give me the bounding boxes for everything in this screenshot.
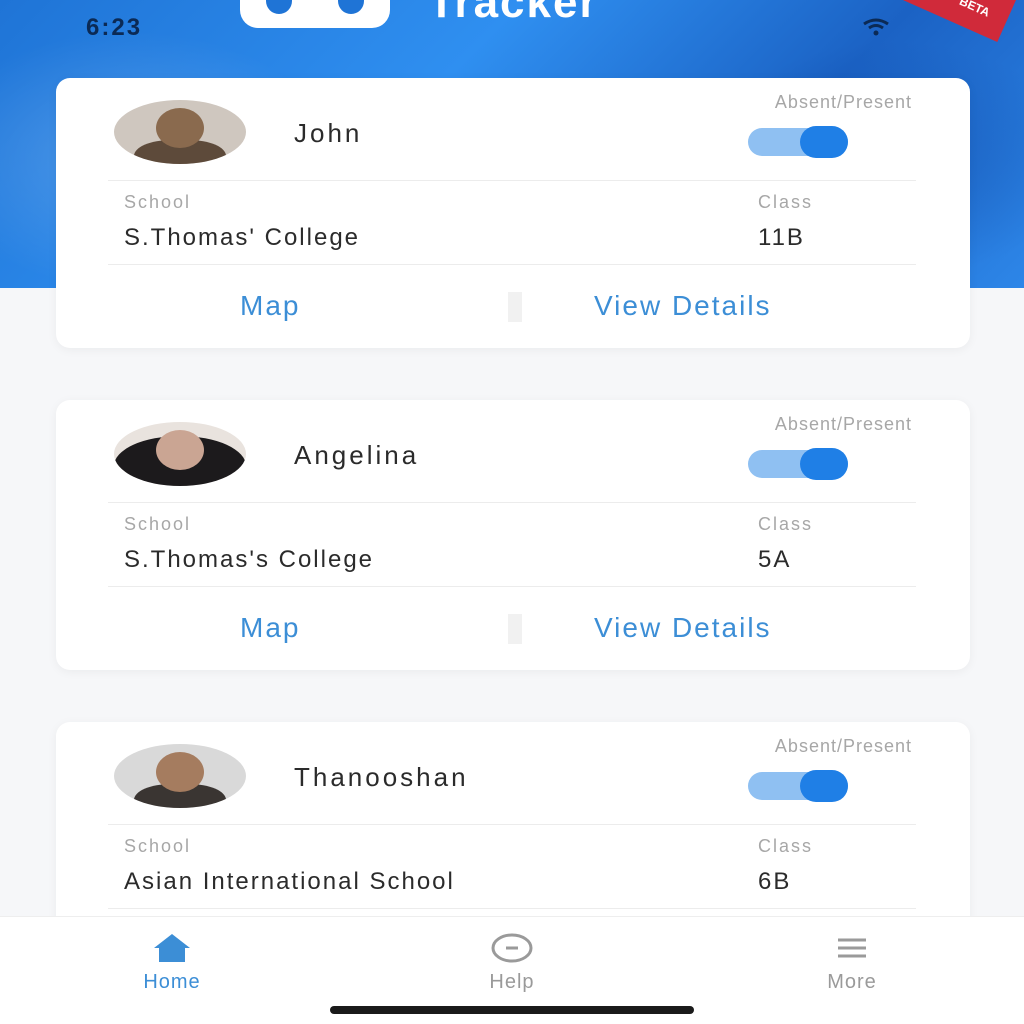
- logo-eye-left-icon: [266, 0, 292, 14]
- map-button[interactable]: Map: [240, 612, 300, 644]
- student-card: John Absent/Present School S.Thomas' Col…: [56, 78, 970, 348]
- school-value: S.Thomas's College: [124, 546, 375, 573]
- logo-eye-right-icon: [338, 0, 364, 14]
- school-label: School: [124, 514, 192, 534]
- divider: [108, 502, 916, 503]
- avatar: [114, 422, 246, 486]
- avatar: [114, 744, 246, 808]
- class-value: 11B: [758, 224, 805, 251]
- class-value: 6B: [758, 868, 792, 895]
- nav-home[interactable]: Home: [102, 929, 242, 999]
- home-icon: [154, 934, 190, 962]
- student-name: Thanooshan: [294, 762, 469, 792]
- nav-home-label: Home: [143, 971, 201, 993]
- button-separator: [508, 614, 522, 644]
- avatar: [114, 100, 246, 164]
- attendance-toggle[interactable]: [748, 448, 848, 480]
- student-name: John: [294, 118, 363, 148]
- school-label: School: [124, 836, 192, 856]
- school-value: S.Thomas' College: [124, 224, 361, 251]
- absent-present-label: Absent/Present: [774, 736, 912, 756]
- divider: [108, 908, 916, 909]
- status-time: 6:23: [86, 14, 143, 41]
- app-title: Tracker: [428, 0, 599, 27]
- school-label: School: [124, 192, 192, 212]
- absent-present-label: Absent/Present: [774, 92, 912, 112]
- view-details-button[interactable]: View Details: [594, 612, 772, 644]
- divider: [108, 824, 916, 825]
- school-value: Asian International School: [124, 868, 455, 895]
- divider: [108, 586, 916, 587]
- help-icon: [491, 933, 533, 963]
- class-label: Class: [758, 192, 814, 212]
- attendance-toggle[interactable]: [748, 126, 848, 158]
- attendance-toggle[interactable]: [748, 770, 848, 802]
- class-value: 5A: [758, 546, 792, 573]
- student-name: Angelina: [294, 440, 420, 470]
- home-indicator: [330, 1006, 694, 1014]
- class-label: Class: [758, 836, 814, 856]
- nav-help[interactable]: Help: [442, 929, 582, 999]
- divider: [108, 180, 916, 181]
- map-button[interactable]: Map: [240, 290, 300, 322]
- menu-icon: [838, 938, 866, 958]
- wifi-icon: [863, 18, 889, 36]
- nav-more[interactable]: More: [782, 929, 922, 999]
- button-separator: [508, 292, 522, 322]
- nav-more-label: More: [827, 971, 877, 993]
- student-card: Angelina Absent/Present School S.Thomas'…: [56, 400, 970, 670]
- absent-present-label: Absent/Present: [774, 414, 912, 434]
- view-details-button[interactable]: View Details: [594, 290, 772, 322]
- nav-help-label: Help: [489, 971, 535, 993]
- class-label: Class: [758, 514, 814, 534]
- app-logo: [240, 0, 390, 28]
- divider: [108, 264, 916, 265]
